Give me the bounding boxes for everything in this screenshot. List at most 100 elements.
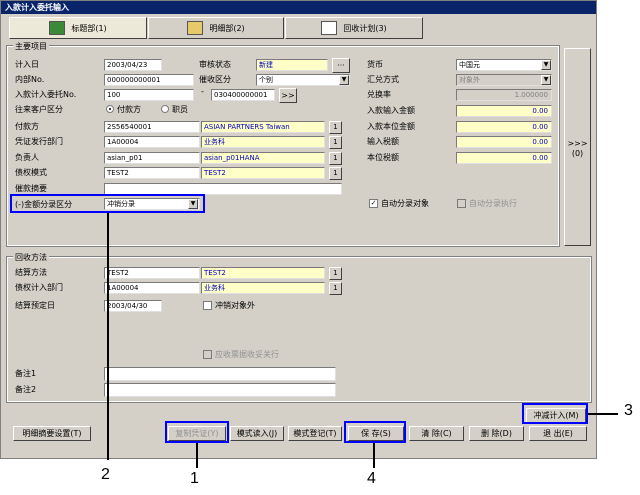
payment-type-dropdown-icon[interactable]: ▼	[339, 75, 349, 85]
internal-no-label: 内部No.	[15, 75, 45, 84]
dept-name-field: 业务科	[201, 136, 325, 148]
callout-line-2	[107, 213, 109, 460]
settle-method-name-field: TEST2	[201, 267, 325, 279]
highlight-copy-voucher	[165, 421, 229, 443]
main-items-group-label: 主要项目	[13, 41, 49, 52]
callout-number-4: 4	[367, 470, 376, 487]
rate-field: 1.000000	[456, 89, 552, 101]
tab-header[interactable]: 标题部(1)	[9, 17, 147, 39]
input-amount-field: 0.00	[456, 105, 552, 117]
mode-read-button[interactable]: 模式读入(J)	[230, 426, 284, 441]
mode-label: 债权模式	[15, 168, 47, 177]
collection-method-group-label: 回收方法	[13, 252, 49, 263]
note2-field[interactable]	[104, 383, 336, 397]
currency-label: 货币	[367, 60, 383, 69]
commission-no-label: 入款计入委托No.	[15, 90, 77, 99]
book-icon	[49, 21, 66, 35]
dept-code-field[interactable]: 1A00004	[104, 136, 200, 148]
collect-dept-label: 债权计入部门	[15, 283, 63, 292]
payer-lookup-button[interactable]: 1	[329, 121, 342, 134]
entry-date-field[interactable]: 2003/04/23	[104, 59, 162, 71]
due-date-field[interactable]: 2003/04/30	[104, 300, 162, 312]
mode-name-field: TEST2	[201, 167, 325, 179]
person-lookup-button[interactable]: 1	[329, 152, 342, 165]
currency-dropdown-icon[interactable]: ▼	[541, 60, 551, 70]
auto-entry-label: 自动分录对象	[381, 199, 429, 208]
detail-summary-setting-button[interactable]: 明细摘要设置(T)	[13, 426, 91, 441]
note1-label: 备注1	[15, 369, 37, 378]
commission-no2-field[interactable]: 030400000001	[211, 89, 275, 101]
person-name-field: asian_p01HANA	[201, 152, 325, 164]
rate-label: 兑换率	[367, 90, 391, 99]
dept-label: 凭证发行部门	[15, 137, 63, 146]
commission-no-field[interactable]: 100	[104, 89, 194, 101]
offset-exclude-label: 冲销对象外	[215, 301, 255, 310]
client-type-label: 往来客户区分	[15, 105, 63, 114]
person-label: 负责人	[15, 153, 39, 162]
review-status-label: 审核状态	[199, 60, 231, 69]
tab-collection-plan[interactable]: 回收计划(3)	[285, 17, 423, 39]
tab-collection-plan-label: 回收计划(3)	[343, 23, 387, 33]
tab-detail-label: 明细部(2)	[209, 23, 245, 33]
base-amount-label: 入款本位金额	[367, 122, 415, 131]
input-tax-label: 输入税额	[367, 137, 399, 146]
collect-dept-lookup-button[interactable]: 1	[329, 282, 342, 295]
auto-entry-checkbox[interactable]: ✓	[369, 199, 378, 208]
receivable-checkbox	[203, 350, 212, 359]
rate-method-label: 汇兑方式	[367, 75, 399, 84]
settle-method-lookup-button[interactable]: 1	[329, 267, 342, 280]
note2-label: 备注2	[15, 385, 37, 394]
base-amount-field: 0.00	[456, 121, 552, 133]
exit-button[interactable]: 退 出(E)	[529, 426, 587, 441]
tab-header-label: 标题部(1)	[71, 23, 107, 33]
tab-detail[interactable]: 明细部(2)	[148, 17, 284, 39]
callout-number-2: 2	[101, 466, 110, 483]
radio-staff[interactable]	[161, 105, 169, 113]
rate-method-dropdown-icon: ▼	[541, 75, 551, 85]
commission-search-button[interactable]: >>	[279, 88, 297, 103]
clear-button[interactable]: 清 除(C)	[409, 426, 464, 441]
person-code-field[interactable]: asian_p01	[104, 152, 200, 164]
radio-staff-label: 职员	[172, 105, 188, 114]
review-status-field: 新建	[256, 59, 328, 71]
mode-code-field[interactable]: TEST2	[104, 167, 200, 179]
expand-panel-button[interactable]: >>> (0)	[564, 48, 591, 246]
callout-line-1	[196, 443, 198, 468]
settle-method-code-field[interactable]: TEST2	[104, 267, 200, 279]
internal-no-field[interactable]: 000000000001	[104, 74, 194, 86]
dept-lookup-button[interactable]: 1	[329, 136, 342, 149]
payment-type-select[interactable]: 个别	[256, 74, 350, 86]
dash-separator: -	[201, 87, 204, 96]
due-date-label: 结算预定日	[15, 301, 55, 310]
currency-select[interactable]: 中国元	[456, 59, 552, 71]
highlight-amount-type	[10, 194, 205, 213]
entry-date-label: 计入日	[15, 60, 39, 69]
base-tax-label: 本位税额	[367, 153, 399, 162]
auto-exec-checkbox	[457, 199, 466, 208]
window-title: 入款计入委托输入	[1, 1, 596, 14]
rate-method-select: 对象外	[456, 74, 552, 86]
mode-register-button[interactable]: 模式登记(T)	[288, 426, 342, 441]
callout-number-3: 3	[624, 402, 633, 419]
collect-dept-name-field: 业务科	[201, 282, 325, 294]
payer-label: 付款方	[15, 122, 39, 131]
radio-payer[interactable]	[106, 105, 114, 113]
callout-line-3	[588, 413, 618, 415]
summary-label: 催款摘要	[15, 184, 47, 193]
delete-button[interactable]: 删 除(D)	[469, 426, 524, 441]
calendar-icon	[321, 21, 338, 35]
payer-name-field: ASIAN PARTNERS Taiwan	[201, 121, 325, 133]
settle-method-label: 结算方法	[15, 268, 47, 277]
review-status-button[interactable]: ···	[332, 58, 350, 73]
note1-field[interactable]	[104, 367, 336, 381]
input-tax-field: 0.00	[456, 136, 552, 148]
payer-code-field[interactable]: 2S56540001	[104, 121, 200, 133]
callout-number-1: 1	[190, 470, 199, 487]
document-icon	[187, 21, 204, 35]
receivable-label: 应收票据收妥关行	[215, 350, 279, 359]
offset-exclude-checkbox[interactable]	[203, 301, 212, 310]
highlight-offset-entry	[522, 403, 588, 424]
mode-lookup-button[interactable]: 1	[329, 167, 342, 180]
collect-dept-code-field[interactable]: 1A00004	[104, 282, 200, 294]
auto-exec-label: 自动分录执行	[469, 199, 517, 208]
